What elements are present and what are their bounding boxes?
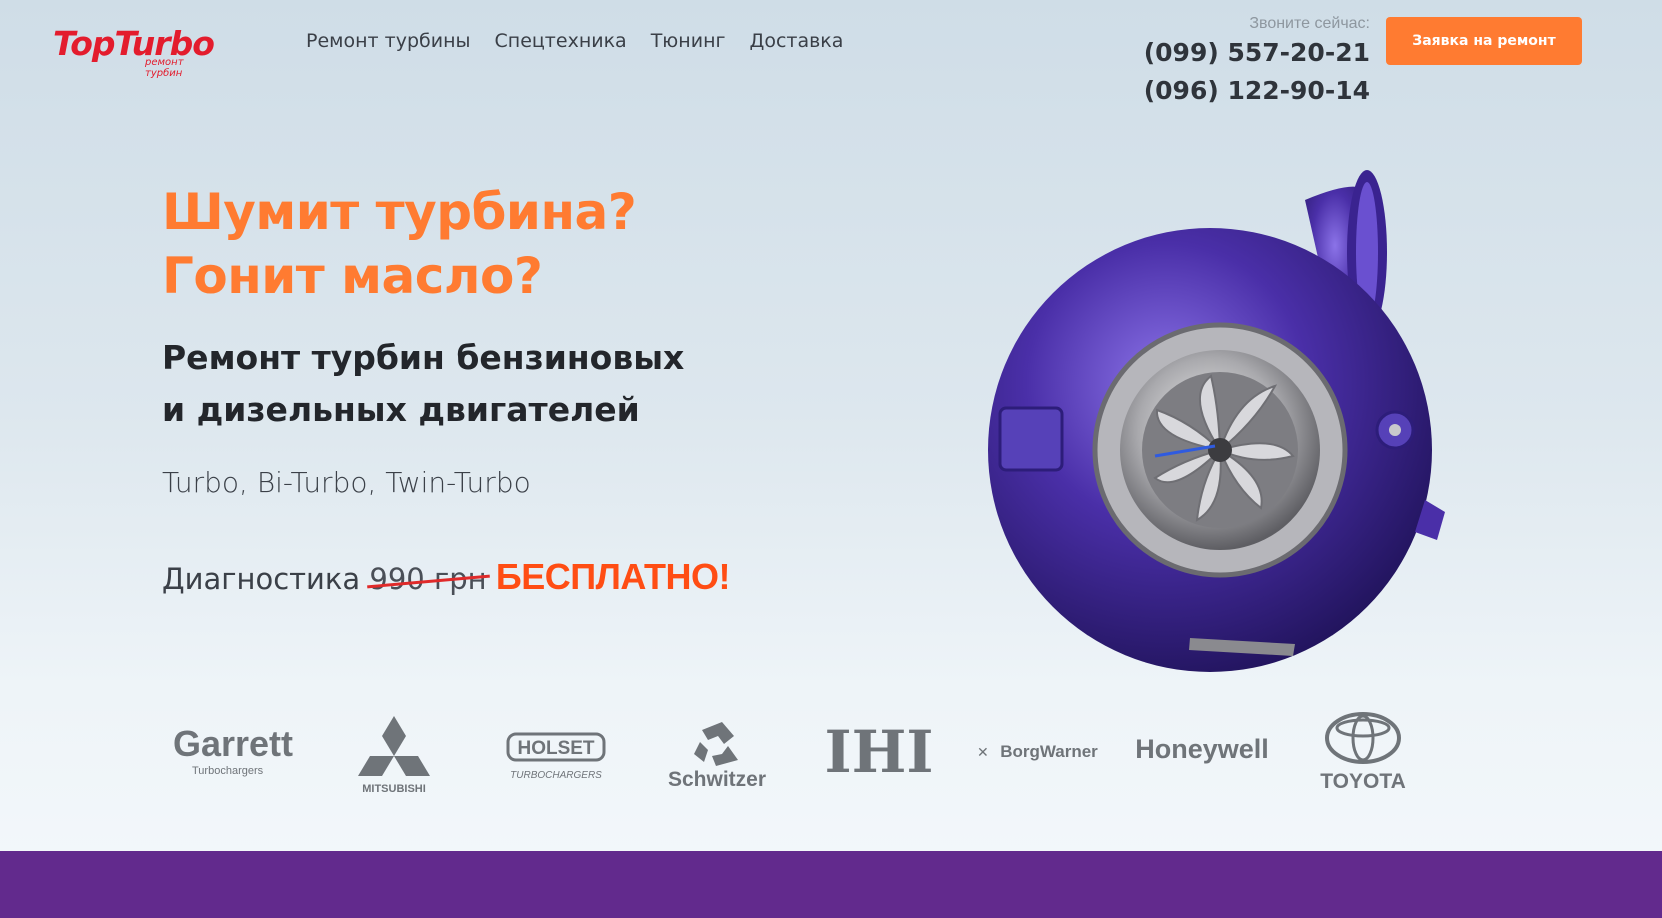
nav-item-tuning[interactable]: Тюнинг [651, 30, 726, 52]
logo[interactable]: TopTurbo ремонт турбин [53, 24, 223, 79]
nav-item-special-equipment[interactable]: Спецтехника [495, 30, 627, 52]
call-label: Звоните сейчас: [1249, 15, 1370, 32]
toyota-logo-text: TOYOTA [1320, 770, 1406, 793]
hero-title-line-1: Шумит турбина? [162, 183, 637, 241]
hero-title-line-2: Гонит масло? [162, 247, 543, 305]
garrett-logo-text: Garrett [173, 723, 293, 764]
schwitzer-logo: Schwitzer [668, 722, 766, 791]
hero-subtitle-line-1: Ремонт турбин бензиновых [162, 338, 685, 377]
garrett-logo: Garrett Turbochargers [173, 723, 293, 777]
turbo-types: Turbo, Bi-Turbo, Twin-Turbo [162, 466, 531, 499]
mitsubishi-logo-text: MITSUBISHI [363, 783, 427, 795]
brand-logos: Garrett Turbochargers MITSUBISHI HOLSET … [158, 700, 1438, 800]
nav-item-delivery[interactable]: Доставка [749, 30, 843, 52]
borgwarner-logo: ✕ BorgWarner [977, 742, 1098, 761]
diagnostics-label: Диагностика [162, 562, 361, 596]
svg-text:✕: ✕ [977, 745, 989, 761]
toyota-logo: TOYOTA [1320, 712, 1406, 793]
nav-item-turbo-repair[interactable]: Ремонт турбины [306, 30, 471, 52]
honeywell-logo: Honeywell [1135, 734, 1269, 764]
repair-request-button[interactable]: Заявка на ремонт [1386, 17, 1582, 65]
turbocharger-image [988, 170, 1445, 672]
ihi-logo-text: IHI [824, 718, 933, 786]
garrett-logo-sub: Turbochargers [192, 765, 264, 777]
old-price: 990 грн [369, 562, 487, 596]
hero-subtitle-line-2: и дизельных двигателей [162, 390, 640, 429]
borgwarner-logo-text: BorgWarner [1000, 742, 1098, 761]
hero-title: Шумит турбина? Гонит масло? [162, 180, 637, 308]
holset-logo: HOLSET TURBOCHARGERS [506, 732, 606, 781]
free-offer: БЕСПЛАТНО! [495, 556, 731, 597]
mitsubishi-logo: MITSUBISHI [358, 716, 431, 795]
phone-link-1[interactable]: (099) 557-20-21 [1140, 38, 1370, 67]
footer-band [0, 851, 1662, 918]
diagnostics-offer: Диагностика 990 грн БЕСПЛАТНО! [162, 556, 731, 598]
schwitzer-logo-text: Schwitzer [668, 768, 766, 791]
holset-logo-text: HOLSET [517, 738, 594, 759]
main-nav: Ремонт турбины Спецтехника Тюнинг Достав… [306, 30, 843, 52]
hero-subtitle: Ремонт турбин бензиновых и дизельных дви… [162, 332, 684, 436]
holset-logo-sub: TURBOCHARGERS [510, 770, 602, 781]
honeywell-logo-text: Honeywell [1135, 734, 1269, 764]
phone-link-2[interactable]: (096) 122-90-14 [1140, 76, 1370, 105]
logo-tagline: ремонт турбин [145, 57, 184, 79]
ihi-logo: IHI [824, 718, 933, 786]
site-header: TopTurbo ремонт турбин Ремонт турбины Сп… [0, 0, 1662, 120]
